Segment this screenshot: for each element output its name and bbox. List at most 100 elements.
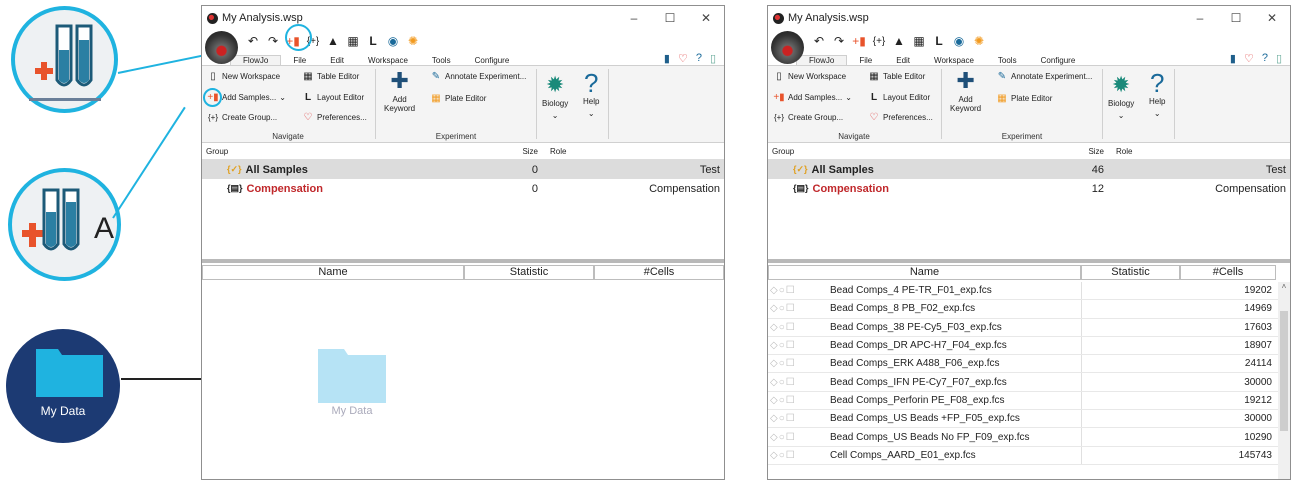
group-row-all-samples[interactable]: {✓} All Samples 0 Test xyxy=(202,160,724,179)
row-status-icons[interactable]: ◇○☐ xyxy=(768,303,830,314)
undo-icon[interactable]: ↶ xyxy=(812,34,826,48)
layout-editor-icon[interactable]: L xyxy=(366,34,380,48)
bookmark-icon[interactable]: ▮ xyxy=(664,52,670,65)
redo-icon[interactable]: ↷ xyxy=(266,34,280,48)
annotate-experiment-button[interactable]: ✎ Annotate Experiment... xyxy=(430,70,527,82)
table-row[interactable]: ◇○☐ Bead Comps_38 PE-Cy5_F03_exp.fcs 17603 xyxy=(768,318,1278,337)
undo-icon[interactable]: ↶ xyxy=(246,34,260,48)
help-icon[interactable]: ? xyxy=(1262,52,1268,65)
row-status-icons[interactable]: ◇○☐ xyxy=(768,285,830,296)
menu-workspace[interactable]: Workspace xyxy=(922,56,986,65)
target-icon[interactable]: ◉ xyxy=(952,34,966,48)
table-row[interactable]: ◇○☐ Bead Comps_IFN PE-Cy7_F07_exp.fcs 3000… xyxy=(768,373,1278,392)
add-keyword-button[interactable]: ✚ Add Keyword xyxy=(950,70,981,114)
row-status-icons[interactable]: ◇○☐ xyxy=(768,413,830,424)
scroll-up-icon[interactable]: ˄ xyxy=(1278,282,1290,291)
cells-col-header[interactable]: #Cells xyxy=(594,265,724,280)
plate-editor-button[interactable]: ▦ Plate Editor xyxy=(430,92,486,104)
table-row[interactable]: ◇○☐ Bead Comps_US Beads No FP_F09_exp.fcs… xyxy=(768,428,1278,447)
table-row[interactable]: ◇○☐ Cell Comps_AARD_E01_exp.fcs 145743 xyxy=(768,446,1278,465)
statistic-col-header[interactable]: Statistic xyxy=(464,265,594,280)
heart-icon[interactable]: ♡ xyxy=(678,52,688,65)
table-row[interactable]: ◇○☐ Bead Comps_4 PE-TR_F01_exp.fcs 19202 xyxy=(768,282,1278,301)
maximize-button[interactable]: ☐ xyxy=(652,11,688,25)
help-button[interactable]: ? Help ⌄ xyxy=(583,70,599,118)
redo-icon[interactable]: ↷ xyxy=(832,34,846,48)
preferences-button[interactable]: ♡ Preferences... xyxy=(868,111,933,123)
add-samples-button[interactable]: +▮ Add Samples... ⌄ xyxy=(773,91,852,103)
menu-workspace[interactable]: Workspace xyxy=(356,56,420,65)
annotate-experiment-button[interactable]: ✎ Annotate Experiment... xyxy=(996,70,1093,82)
cells-col-header[interactable]: #Cells xyxy=(1180,265,1276,280)
table-row[interactable]: ◇○☐ Bead Comps_ERK A488_F06_exp.fcs 24114 xyxy=(768,355,1278,374)
splitter[interactable] xyxy=(202,259,724,263)
close-button[interactable]: ✕ xyxy=(688,11,724,25)
layout-editor-button[interactable]: L Layout Editor xyxy=(868,91,930,103)
maximize-button[interactable]: ☐ xyxy=(1218,11,1254,25)
table-editor-icon[interactable]: ▦ xyxy=(346,34,360,48)
heart-icon[interactable]: ♡ xyxy=(1244,52,1254,65)
menu-edit[interactable]: Edit xyxy=(884,56,922,65)
scroll-thumb[interactable] xyxy=(1280,311,1288,431)
splitter[interactable] xyxy=(768,259,1290,263)
table-row[interactable]: ◇○☐ Bead Comps_Perforin PE_F08_exp.fcs 192… xyxy=(768,391,1278,411)
biology-icon[interactable]: ▲ xyxy=(326,34,340,48)
flowjo-logo[interactable] xyxy=(205,31,238,64)
minimize-button[interactable]: – xyxy=(1182,11,1218,25)
group-row-compensation[interactable]: {▤} Compensation 0 Compensation xyxy=(202,179,724,198)
row-status-icons[interactable]: ◇○☐ xyxy=(768,358,830,369)
row-status-icons[interactable]: ◇○☐ xyxy=(768,450,830,461)
add-samples-icon[interactable]: +▮ xyxy=(852,34,866,48)
statistic-col-header[interactable]: Statistic xyxy=(1081,265,1180,280)
group-col-header[interactable]: Group xyxy=(202,147,508,156)
menu-file[interactable]: File xyxy=(847,56,884,65)
size-col-header[interactable]: Size xyxy=(508,147,538,156)
row-status-icons[interactable]: ◇○☐ xyxy=(768,395,830,406)
plugin-icon[interactable]: ✺ xyxy=(406,34,420,48)
name-col-header[interactable]: Name xyxy=(202,265,464,280)
new-workspace-button[interactable]: ▯ New Workspace xyxy=(773,70,846,82)
group-col-header[interactable]: Group xyxy=(768,147,1074,156)
layout-editor-button[interactable]: L Layout Editor xyxy=(302,91,364,103)
group-row-compensation[interactable]: {▤} Compensation 12 Compensation xyxy=(768,179,1290,198)
vertical-scrollbar[interactable]: ˄ xyxy=(1278,282,1290,479)
minimize-button[interactable]: – xyxy=(616,11,652,25)
doc-icon[interactable]: ▯ xyxy=(710,52,716,65)
role-col-header[interactable]: Role xyxy=(538,147,566,156)
menu-configure[interactable]: Configure xyxy=(1029,56,1088,65)
layout-editor-icon[interactable]: L xyxy=(932,34,946,48)
help-button[interactable]: ? Help ⌄ xyxy=(1149,70,1165,118)
menu-file[interactable]: File xyxy=(281,56,318,65)
plugin-icon[interactable]: ✺ xyxy=(972,34,986,48)
menu-tools[interactable]: Tools xyxy=(986,56,1029,65)
group-row-all-samples[interactable]: {✓} All Samples 46 Test xyxy=(768,160,1290,179)
row-status-icons[interactable]: ◇○☐ xyxy=(768,377,830,388)
table-editor-button[interactable]: ▦ Table Editor xyxy=(302,70,359,82)
create-group-button[interactable]: {+} Create Group... xyxy=(773,111,843,123)
plate-editor-button[interactable]: ▦ Plate Editor xyxy=(996,92,1052,104)
biology-button[interactable]: ✹ Biology ⌄ xyxy=(542,74,568,121)
row-status-icons[interactable]: ◇○☐ xyxy=(768,340,830,351)
table-row[interactable]: ◇○☐ Bead Comps_DR APC-H7_F04_exp.fcs 18907 xyxy=(768,336,1278,356)
table-row[interactable]: ◇○☐ Bead Comps_8 PB_F02_exp.fcs 14969 xyxy=(768,300,1278,319)
create-group-icon[interactable]: {+} xyxy=(872,34,886,48)
help-icon[interactable]: ? xyxy=(696,52,702,65)
close-button[interactable]: ✕ xyxy=(1254,11,1290,25)
name-col-header[interactable]: Name xyxy=(768,265,1081,280)
menu-flowjo[interactable]: FlowJo xyxy=(230,55,282,65)
table-row[interactable]: ◇○☐ Bead Comps_US Beads +FP_F05_exp.fcs 30… xyxy=(768,410,1278,429)
bookmark-icon[interactable]: ▮ xyxy=(1230,52,1236,65)
size-col-header[interactable]: Size xyxy=(1074,147,1104,156)
role-col-header[interactable]: Role xyxy=(1104,147,1132,156)
biology-button[interactable]: ✹ Biology ⌄ xyxy=(1108,74,1134,121)
add-keyword-button[interactable]: ✚ Add Keyword xyxy=(384,70,415,114)
menu-edit[interactable]: Edit xyxy=(318,56,356,65)
flowjo-logo[interactable] xyxy=(771,31,804,64)
table-editor-button[interactable]: ▦ Table Editor xyxy=(868,70,925,82)
preferences-button[interactable]: ♡ Preferences... xyxy=(302,111,367,123)
menu-configure[interactable]: Configure xyxy=(463,56,522,65)
biology-icon[interactable]: ▲ xyxy=(892,34,906,48)
create-group-button[interactable]: {+} Create Group... xyxy=(207,111,277,123)
table-editor-icon[interactable]: ▦ xyxy=(912,34,926,48)
new-workspace-button[interactable]: ▯ New Workspace xyxy=(207,70,280,82)
